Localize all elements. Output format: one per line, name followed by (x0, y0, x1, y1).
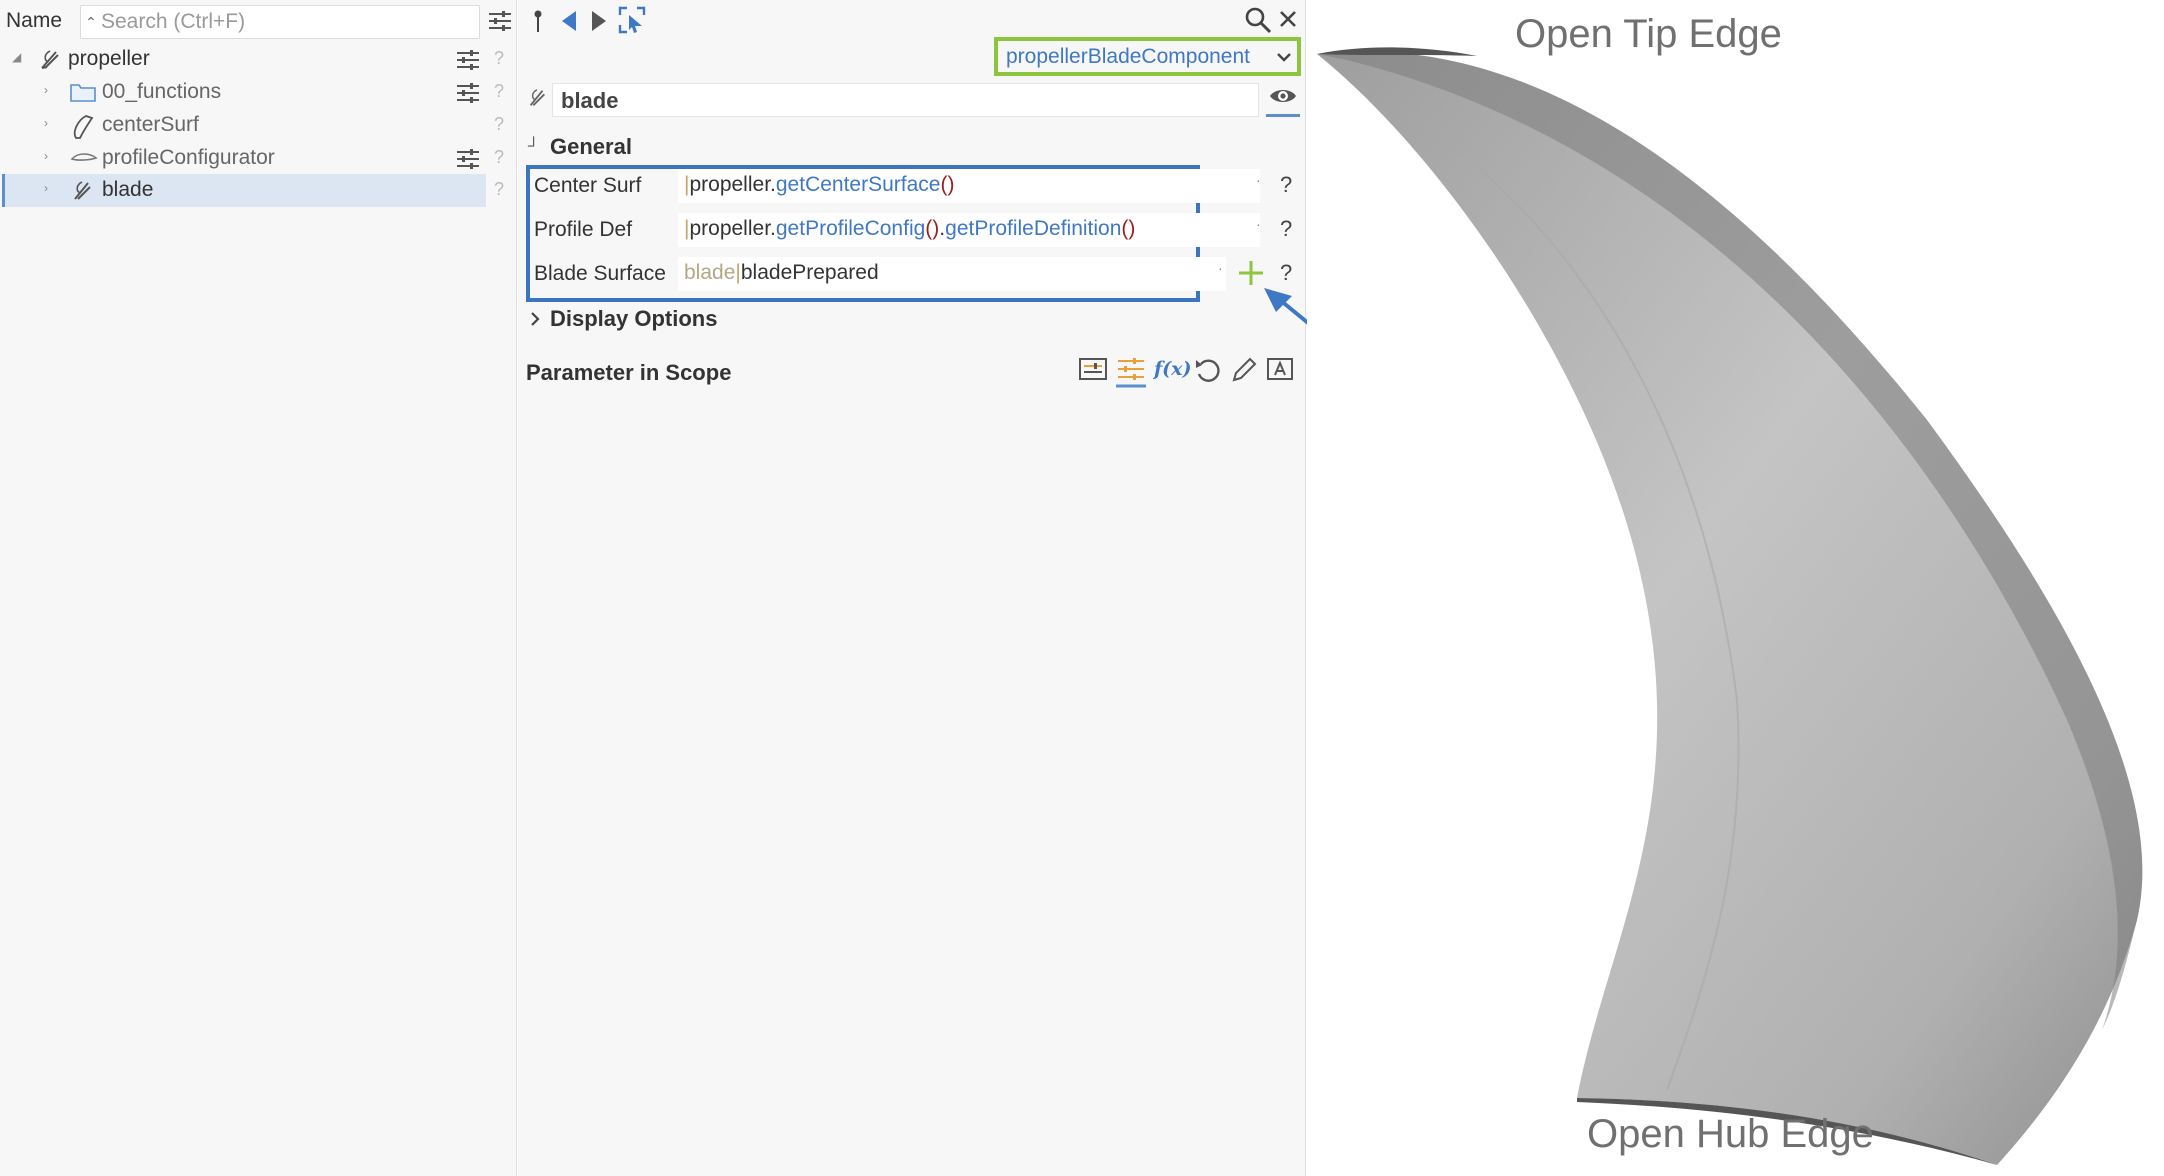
tree-item-propeller[interactable]: ◢ propeller ? (0, 43, 517, 76)
sliders-icon[interactable] (456, 49, 480, 76)
field-menu-dot[interactable]: · (1256, 172, 1261, 188)
select-in-view-icon[interactable] (618, 6, 646, 39)
help-icon[interactable]: ? (494, 48, 504, 69)
blade-icon (70, 179, 94, 208)
tree-item-label: profileConfigurator (102, 146, 275, 169)
param-row-center-surf: Center Surf |propeller.getCenterSurface(… (518, 166, 1306, 206)
folder-icon (70, 81, 96, 108)
param-label: Blade Surface (534, 262, 666, 285)
center-surf-expression-field[interactable]: |propeller.getCenterSurface() (678, 169, 1260, 203)
profile-icon (70, 147, 98, 174)
param-row-blade-surface: Blade Surface blade|bladePrepared · ? (518, 254, 1306, 294)
close-icon[interactable] (1278, 9, 1298, 34)
tree-item-00-functions[interactable]: › 00_functions ? (0, 76, 517, 109)
tree-item-centersurf[interactable]: › centerSurf ? (0, 109, 517, 142)
general-section-header[interactable]: General (550, 134, 632, 160)
field-menu-dot[interactable]: · (1218, 260, 1223, 276)
parameter-in-scope-header: Parameter in Scope (526, 360, 732, 385)
param-label: Center Surf (534, 174, 642, 197)
tree-search-box[interactable]: ⌃ (80, 5, 480, 39)
help-icon[interactable]: ? (1280, 216, 1292, 242)
chevron-down-icon (1275, 48, 1293, 72)
component-type-value: propellerBladeComponent (1006, 44, 1250, 68)
undo-icon[interactable] (1194, 356, 1222, 389)
tree-item-profileconfigurator[interactable]: › profileConfigurator ? (0, 142, 517, 175)
search-icon[interactable] (1244, 6, 1272, 39)
surface-icon (70, 114, 96, 145)
collapse-icon[interactable]: ┘ (528, 138, 539, 156)
tree-item-label: propeller (68, 47, 150, 70)
sliders-icon[interactable] (456, 82, 480, 109)
help-icon[interactable]: ? (1280, 172, 1292, 198)
profile-def-expression-field[interactable]: |propeller.getProfileConfig().getProfile… (678, 213, 1260, 247)
open-tip-edge-label: Open Tip Edge (1515, 12, 1782, 56)
blade-surface-expression-field[interactable]: blade|bladePrepared (678, 257, 1226, 291)
tree-item-label: blade (102, 178, 154, 201)
blade-surface-render (1317, 47, 2143, 1165)
caret-collapsed-icon[interactable]: › (44, 116, 48, 130)
component-type-dropdown[interactable]: propellerBladeComponent (994, 37, 1301, 76)
function-icon[interactable]: f(x) (1154, 358, 1191, 380)
open-hub-edge-label: Open Hub Edge (1587, 1112, 1874, 1156)
eye-icon (1269, 86, 1297, 111)
caret-expanded-icon[interactable]: ◢ (12, 50, 21, 64)
param-label: Profile Def (534, 218, 633, 241)
caret-collapsed-icon[interactable]: › (44, 181, 48, 195)
pin-icon[interactable] (530, 8, 546, 39)
help-icon[interactable]: ? (494, 147, 504, 168)
help-icon[interactable]: ? (494, 179, 504, 200)
caret-collapsed-icon[interactable]: › (44, 83, 48, 97)
name-column-header[interactable]: Name (6, 9, 62, 33)
chevron-right-icon[interactable] (528, 310, 542, 333)
forward-arrow-icon[interactable] (588, 8, 610, 39)
object-tree-panel: Name ⌃ ◢ propeller ? › 00_functions ? (0, 0, 517, 1176)
caret-collapsed-icon[interactable]: › (44, 149, 48, 163)
chevron-up-icon[interactable]: ⌃ (81, 14, 101, 31)
tree-item-label: 00_functions (102, 80, 222, 103)
tree-item-blade[interactable]: › blade ? (0, 174, 517, 207)
parameter-panel-icon[interactable] (1078, 356, 1108, 389)
help-icon[interactable]: ? (494, 114, 504, 135)
blade-icon (526, 86, 548, 115)
script-pen-icon (38, 48, 62, 77)
help-icon[interactable]: ? (494, 81, 504, 102)
display-options-header[interactable]: Display Options (550, 306, 717, 332)
properties-panel: propellerBladeComponent blade ┘ General … (518, 0, 1306, 1176)
visibility-toggle[interactable] (1266, 83, 1300, 117)
tree-item-label: centerSurf (102, 113, 199, 136)
3d-viewport[interactable]: Open Tip Edge Open Hub Edge (1307, 0, 2164, 1176)
sliders-icon[interactable] (487, 8, 513, 39)
tree-search-input[interactable] (101, 7, 479, 37)
object-name-field[interactable]: blade (552, 83, 1259, 117)
field-menu-dot[interactable]: · (1256, 216, 1261, 232)
param-row-profile-def: Profile Def |propeller.getProfileConfig(… (518, 210, 1306, 250)
sliders-icon[interactable] (456, 148, 480, 175)
back-arrow-icon[interactable] (558, 8, 580, 39)
tree-header: Name ⌃ (0, 0, 517, 42)
sliders-icon[interactable] (1116, 356, 1146, 393)
